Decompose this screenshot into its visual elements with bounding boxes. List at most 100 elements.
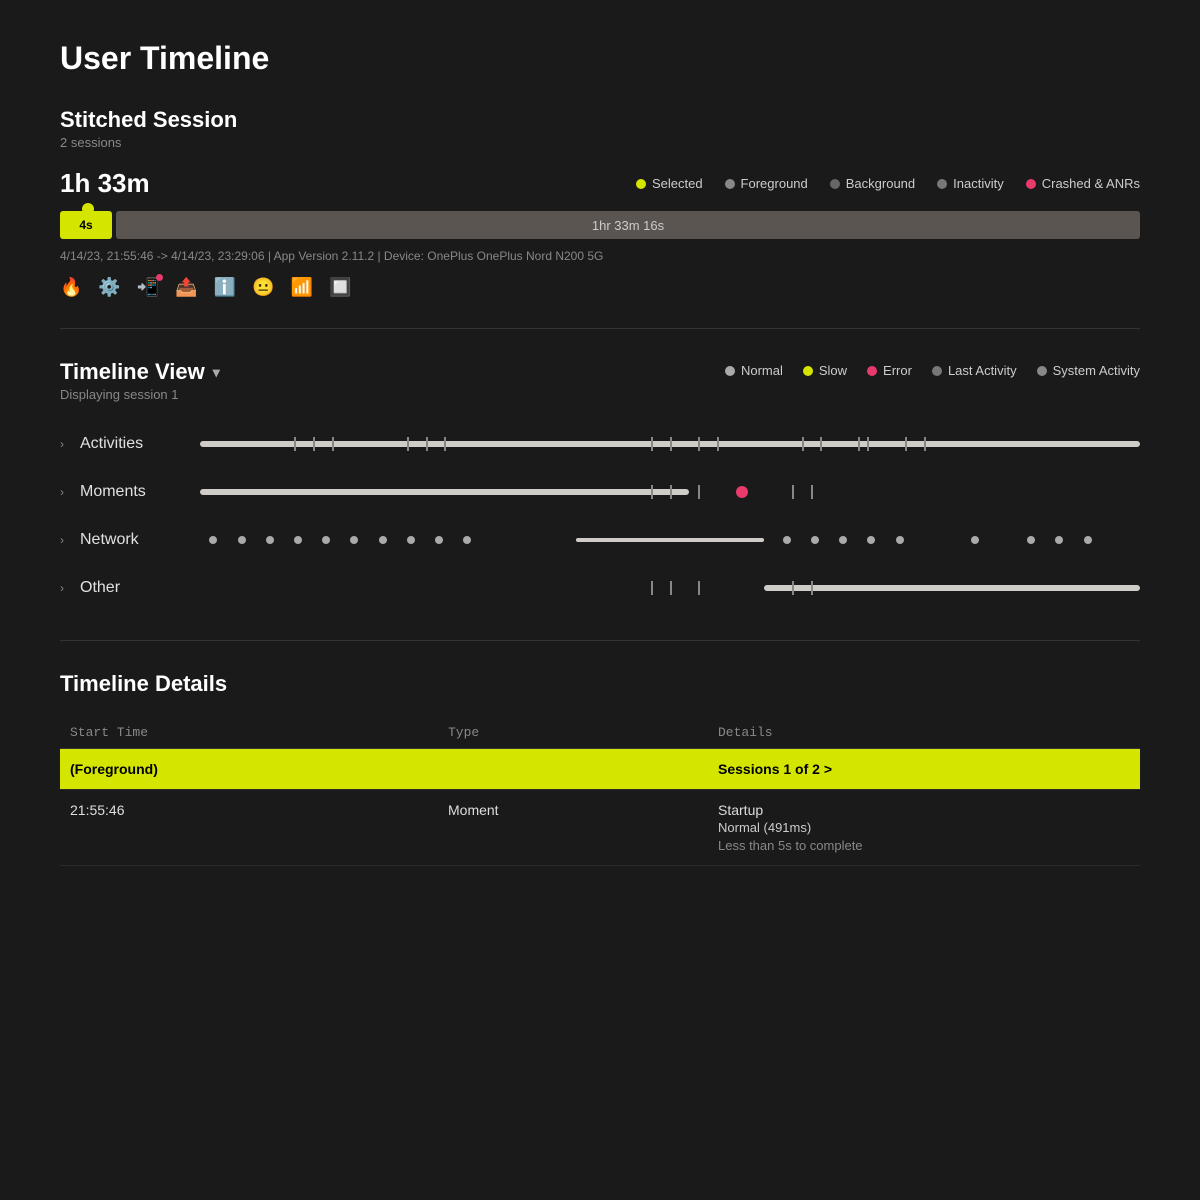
- detail-type: Moment: [438, 790, 708, 866]
- foreground-dot: [725, 179, 735, 189]
- tick: [802, 437, 804, 451]
- other-track: [200, 581, 1140, 595]
- network-row[interactable]: › Network: [60, 518, 1140, 562]
- tick: [670, 437, 672, 451]
- legend-foreground-label: Foreground: [741, 176, 808, 191]
- network-expand-icon[interactable]: ›: [60, 533, 80, 547]
- col-details: Details: [708, 717, 1140, 749]
- net-dot: [294, 536, 302, 544]
- crashed-dot: [1026, 179, 1036, 189]
- tick: [313, 437, 315, 451]
- details-table: Start Time Type Details (Foreground) Ses…: [60, 717, 1140, 866]
- tick: [670, 581, 672, 595]
- badge-dot: [156, 274, 163, 281]
- timeline-rows: › Activities: [60, 422, 1140, 610]
- detail-row: 21:55:46 Moment Startup Normal (491ms) L…: [60, 790, 1140, 866]
- net-dot: [839, 536, 847, 544]
- legend-system-activity: System Activity: [1037, 363, 1140, 378]
- legend-background: Background: [830, 176, 915, 191]
- sessions-count: 2 sessions: [60, 135, 1140, 150]
- moments-label: Moments: [80, 483, 200, 501]
- tick: [717, 437, 719, 451]
- timeline-legend: Normal Slow Error Last Activity System A…: [725, 359, 1140, 378]
- highlight-start-time: (Foreground): [60, 749, 438, 790]
- legend-error: Error: [867, 363, 912, 378]
- tick: [905, 437, 907, 451]
- tick: [924, 437, 926, 451]
- session-meta: 4/14/23, 21:55:46 -> 4/14/23, 23:29:06 |…: [60, 249, 1140, 263]
- tick: [811, 485, 813, 499]
- emoji-icon: 😐: [252, 277, 274, 298]
- network-track: [200, 533, 1140, 547]
- detail-sub1: Normal (491ms): [718, 820, 1130, 835]
- activities-track: [200, 437, 1140, 451]
- tick: [698, 581, 700, 595]
- net-dot: [407, 536, 415, 544]
- timeline-view-title[interactable]: Timeline View ▾: [60, 359, 220, 385]
- highlight-row[interactable]: (Foreground) Sessions 1 of 2 >: [60, 749, 1140, 790]
- legend-slow: Slow: [803, 363, 847, 378]
- moments-row[interactable]: › Moments: [60, 470, 1140, 514]
- detail-title: Startup: [718, 802, 1130, 818]
- transfer-icon: 📤: [175, 277, 197, 298]
- divider-2: [60, 640, 1140, 641]
- detail-start-time: 21:55:46: [60, 790, 438, 866]
- tick: [670, 485, 672, 499]
- legend-crashed: Crashed & ANRs: [1026, 176, 1140, 191]
- long-bar: 1hr 33m 16s: [116, 211, 1140, 239]
- net-dot: [463, 536, 471, 544]
- error-dot: [867, 366, 877, 376]
- detail-sub2: Less than 5s to complete: [718, 838, 1130, 853]
- tick: [698, 485, 700, 499]
- background-dot: [830, 179, 840, 189]
- session-section: Stitched Session 2 sessions 1h 33m Selec…: [60, 107, 1140, 298]
- moments-expand-icon[interactable]: ›: [60, 485, 80, 499]
- legend-crashed-label: Crashed & ANRs: [1042, 176, 1140, 191]
- legend-background-label: Background: [846, 176, 915, 191]
- table-header-row: Start Time Type Details: [60, 717, 1140, 749]
- net-dot: [266, 536, 274, 544]
- tick: [811, 581, 813, 595]
- tick: [820, 437, 822, 451]
- net-dot: [971, 536, 979, 544]
- flame-icon: 🔥: [60, 277, 82, 298]
- activities-expand-icon[interactable]: ›: [60, 437, 80, 451]
- legend-normal: Normal: [725, 363, 783, 378]
- sessions-link[interactable]: Sessions 1 of 2 >: [718, 761, 1130, 777]
- legend-error-label: Error: [883, 363, 912, 378]
- other-expand-icon[interactable]: ›: [60, 581, 80, 595]
- legend-system-activity-label: System Activity: [1053, 363, 1140, 378]
- net-dot: [783, 536, 791, 544]
- net-dot: [1027, 536, 1035, 544]
- tick: [792, 485, 794, 499]
- duration-label: 1h 33m: [60, 168, 150, 199]
- section-title: Stitched Session: [60, 107, 1140, 133]
- net-dot: [811, 536, 819, 544]
- highlight-type: [438, 749, 708, 790]
- activities-row[interactable]: › Activities: [60, 422, 1140, 466]
- net-dot: [435, 536, 443, 544]
- moments-track: [200, 485, 1140, 499]
- last-activity-dot: [932, 366, 942, 376]
- tick: [651, 485, 653, 499]
- wifi-icon: 📶: [291, 277, 313, 298]
- tick: [792, 581, 794, 595]
- short-bar: 4s: [60, 211, 112, 239]
- net-dot: [238, 536, 246, 544]
- other-row[interactable]: › Other: [60, 566, 1140, 610]
- session-timeline-bar[interactable]: 4s 1hr 33m 16s: [60, 211, 1140, 239]
- net-dot: [1084, 536, 1092, 544]
- legend-slow-label: Slow: [819, 363, 847, 378]
- detail-detail: Startup Normal (491ms) Less than 5s to c…: [708, 790, 1140, 866]
- highlight-details: Sessions 1 of 2 >: [708, 749, 1140, 790]
- tick: [407, 437, 409, 451]
- legend-normal-label: Normal: [741, 363, 783, 378]
- selected-dot: [636, 179, 646, 189]
- page-title: User Timeline: [60, 40, 1140, 77]
- chip-icon: 🔲: [329, 277, 351, 298]
- other-main-bar: [764, 585, 1140, 591]
- network-label: Network: [80, 531, 200, 549]
- cpu-icon: ⚙️: [98, 277, 120, 298]
- net-dot: [1055, 536, 1063, 544]
- tick: [332, 437, 334, 451]
